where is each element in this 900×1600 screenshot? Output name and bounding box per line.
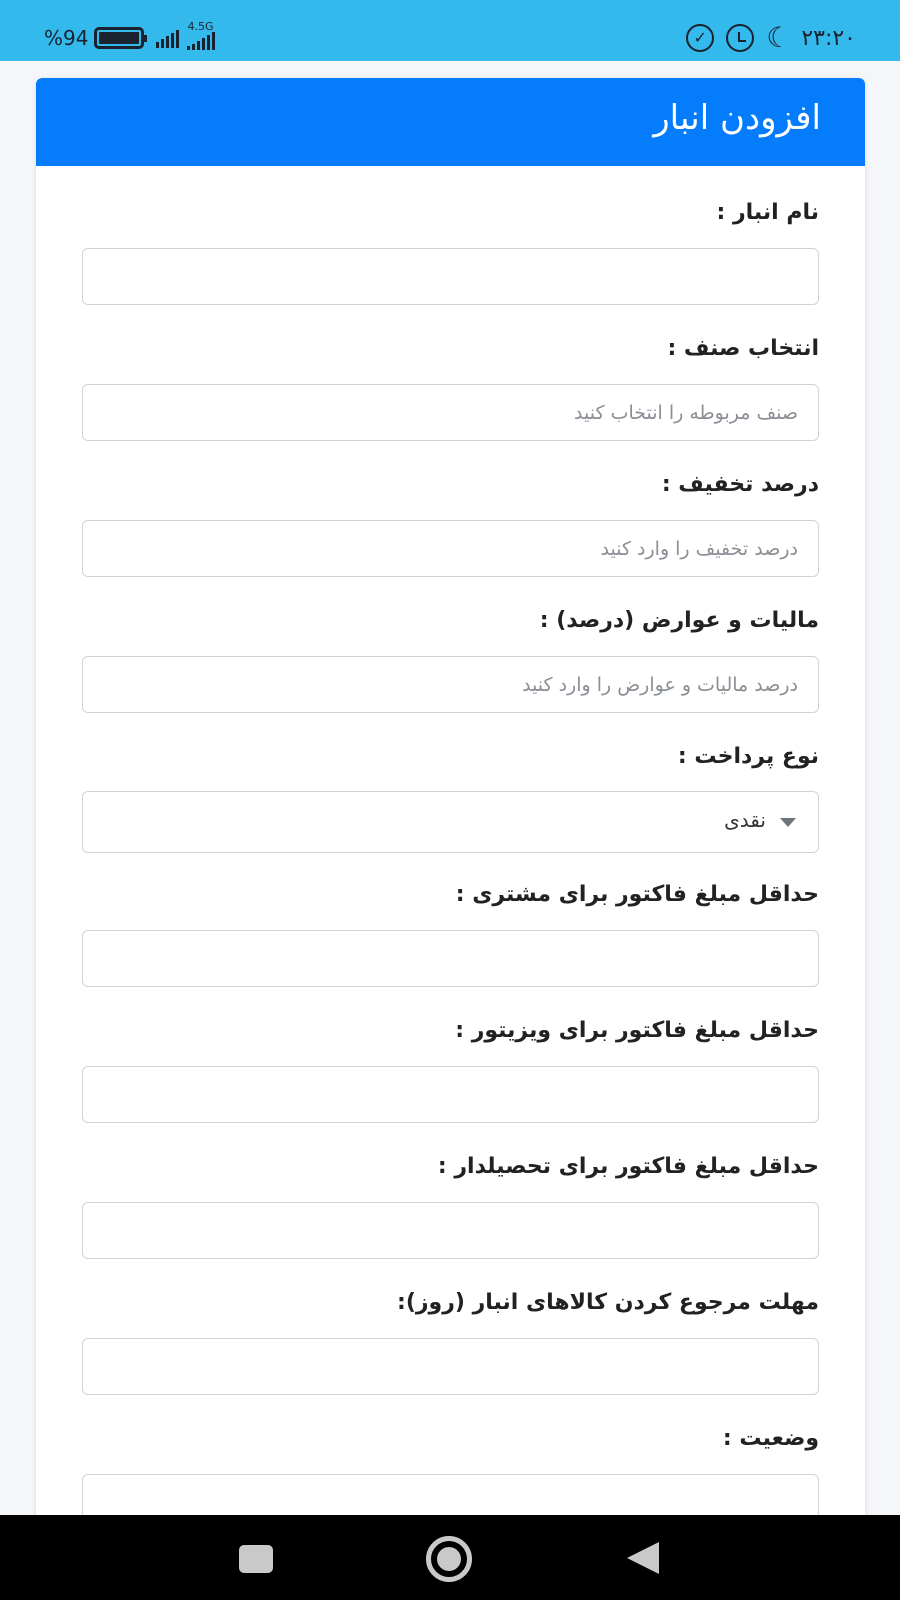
home-icon[interactable] [426, 1536, 472, 1582]
payment-type-select[interactable]: نقدی [82, 791, 819, 853]
signal-icon [156, 28, 181, 48]
tax-percent-label: مالیات و عوارض (درصد) : [539, 608, 819, 633]
discount-percent-label: درصد تخفیف : [661, 472, 819, 497]
discount-percent-input[interactable] [82, 520, 819, 577]
alarm-icon [726, 24, 755, 52]
status-label: وضعیت : [722, 1426, 819, 1451]
payment-type-value: نقدی [724, 808, 766, 832]
add-warehouse-card: افزودن انبار نام انبار : انتخاب صنف : در… [36, 78, 865, 1518]
caret-down-icon [780, 818, 796, 827]
page-title: افزودن انبار [653, 98, 821, 138]
status-left-group: %94 4.5G [44, 20, 223, 50]
min-invoice-customer-label: حداقل مبلغ فاکتور برای مشتری : [455, 882, 819, 907]
warehouse-name-input[interactable] [82, 248, 819, 305]
payment-type-label: نوع پرداخت : [677, 744, 819, 769]
min-invoice-visitor-label: حداقل مبلغ فاکتور برای ویزیتور : [455, 1018, 819, 1043]
battery-icon [94, 27, 148, 49]
mobile-data-icon: 4.5G [187, 20, 223, 50]
status-time: ۲۳:۲۰ [801, 25, 856, 51]
status-select[interactable] [82, 1474, 819, 1518]
warehouse-name-label: نام انبار : [716, 200, 819, 225]
moon-icon: ☾ [766, 21, 792, 54]
battery-percent: %94 [44, 26, 89, 50]
min-invoice-collector-label: حداقل مبلغ فاکتور برای تحصیلدار : [437, 1154, 819, 1179]
return-deadline-label: مهلت مرجوع کردن کالاهای انبار (روز): [397, 1290, 819, 1315]
status-bar: %94 4.5G ✓ ☾ ۲۳:۲۰ [0, 0, 900, 61]
min-invoice-customer-input[interactable] [82, 930, 819, 987]
category-input[interactable] [82, 384, 819, 441]
system-nav-bar [0, 1515, 900, 1600]
back-icon[interactable] [627, 1542, 659, 1574]
check-circle-icon: ✓ [686, 24, 715, 52]
network-type: 4.5G [187, 20, 214, 33]
min-invoice-visitor-input[interactable] [82, 1066, 819, 1123]
min-invoice-collector-input[interactable] [82, 1202, 819, 1259]
tax-percent-input[interactable] [82, 656, 819, 713]
return-deadline-input[interactable] [82, 1338, 819, 1395]
category-label: انتخاب صنف : [667, 336, 819, 361]
card-header: افزودن انبار [36, 78, 865, 166]
recents-icon[interactable] [239, 1545, 273, 1573]
status-right-group: ✓ ☾ ۲۳:۲۰ [674, 24, 856, 52]
